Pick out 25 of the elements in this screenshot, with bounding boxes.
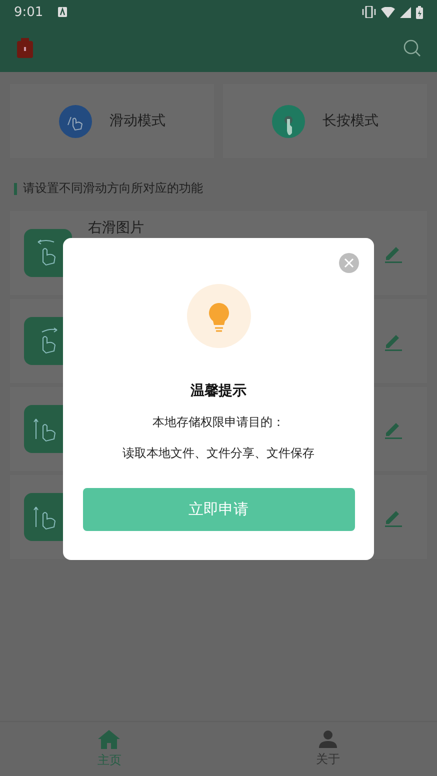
mode-card[interactable]: 滑动模式 [10,84,214,158]
vibrate-icon [362,6,376,18]
dialog-title: 温馨提示 [190,382,246,400]
nav-tab[interactable]: 主页 [0,722,218,776]
notification-icon [58,7,68,17]
signal-icon [400,6,411,18]
dialog-text: 本地存储权限申请目的： [152,414,284,431]
close-icon[interactable] [339,253,359,273]
mode-label: 长按模式 [322,112,378,130]
trash-icon[interactable] [16,38,34,58]
dialog-text: 读取本地文件、文件分享、文件保存 [122,445,314,462]
mode-card[interactable]: 长按模式 [223,84,427,158]
lightbulb-icon [186,284,250,348]
wifi-icon [381,6,395,18]
gesture-label: 右滑图片 [88,219,144,237]
section-title: 请设置不同滑动方向所对应的功能 [23,180,203,197]
apply-button[interactable]: 立即申请 [82,488,354,531]
status-time: 9:01 [14,4,44,20]
search-icon[interactable] [403,39,421,57]
swipe-hand-icon [58,104,92,138]
battery-icon [416,6,423,18]
press-finger-icon [272,104,304,138]
mode-label: 滑动模式 [110,112,166,130]
home-icon [98,730,120,748]
person-icon [318,730,337,748]
